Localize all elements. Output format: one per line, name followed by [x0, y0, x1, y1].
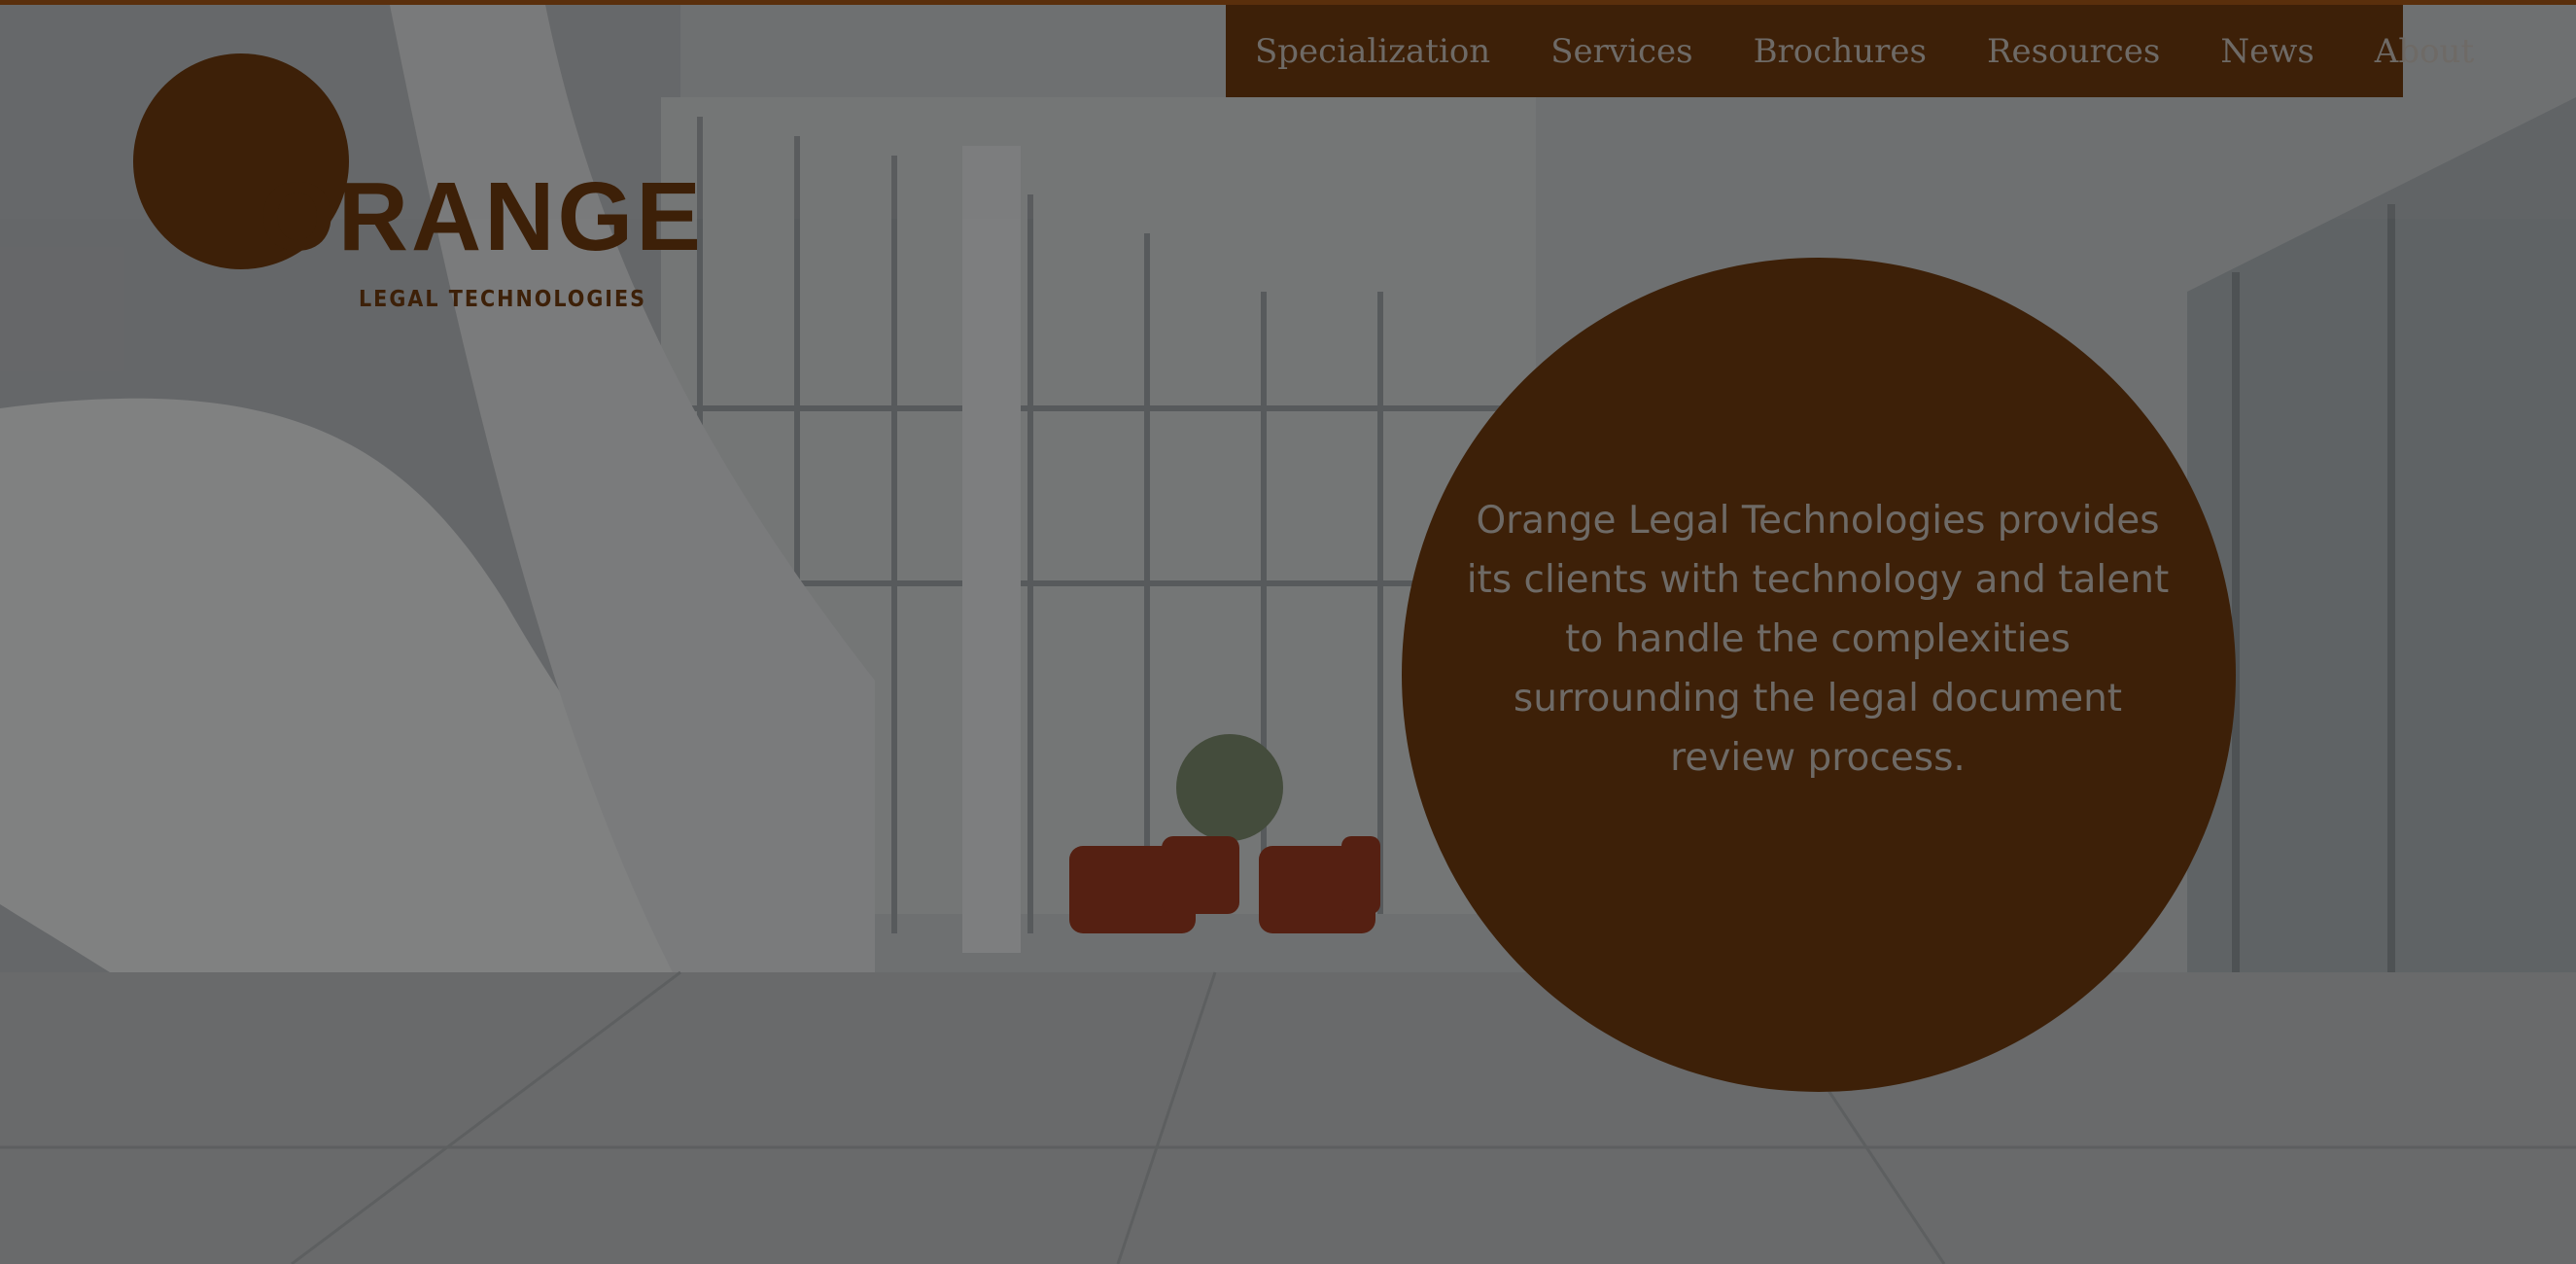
nav-item-services[interactable]: Services	[1550, 32, 1692, 71]
site-logo[interactable]: ORANGE LEGAL TECHNOLOGIES	[133, 53, 814, 312]
nav-item-specialization[interactable]: Specialization	[1255, 32, 1490, 71]
nav-item-about[interactable]: About	[2375, 32, 2474, 71]
logo-tagline: LEGAL TECHNOLOGIES	[359, 287, 647, 312]
nav-item-resources[interactable]: Resources	[1987, 32, 2160, 71]
hero-statement: Orange Legal Technologies provides its c…	[1466, 499, 2170, 780]
logo-wordmark: ORANGE	[260, 162, 704, 271]
nav-item-brochures[interactable]: Brochures	[1754, 32, 1927, 71]
nav-item-news[interactable]: News	[2220, 32, 2314, 71]
main-navigation: Specialization Services Brochures Resour…	[1226, 5, 2474, 97]
